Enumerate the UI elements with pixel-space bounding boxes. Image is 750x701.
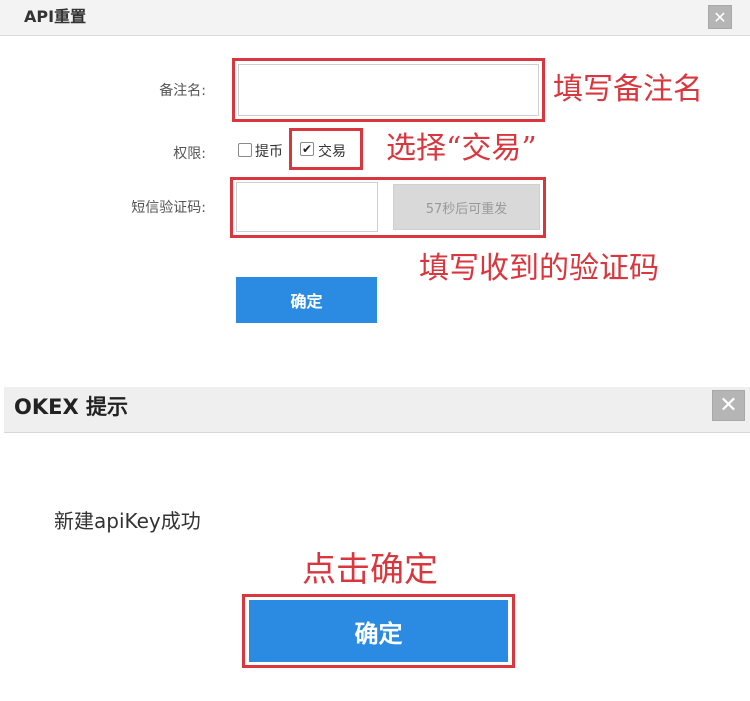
withdraw-checkbox[interactable] [238, 143, 252, 157]
sms-code-input[interactable] [236, 182, 378, 232]
permission-label: 权限: [173, 146, 206, 162]
close-icon[interactable]: ✕ [708, 5, 732, 29]
success-message: 新建apiKey成功 [54, 509, 201, 533]
annotation-fill-remark: 填写备注名 [553, 72, 703, 107]
api-reset-dialog-header [0, 0, 750, 36]
resend-code-button[interactable]: 57秒后可重发 [393, 184, 540, 230]
okex-tip-dialog-title: OKEX 提示 [14, 395, 128, 419]
remark-name-input[interactable] [238, 64, 539, 116]
trade-label: 交易 [318, 144, 346, 160]
withdraw-label: 提币 [255, 144, 283, 160]
okex-tip-confirm-button[interactable]: 确定 [249, 600, 508, 662]
remark-label: 备注名: [159, 83, 206, 99]
annotation-choose-trade: 选择“交易” [386, 131, 537, 166]
trade-checkbox[interactable]: ✔ [300, 142, 314, 156]
sms-code-label: 短信验证码: [131, 200, 206, 216]
annotation-click-confirm: 点击确定 [302, 550, 438, 590]
close-icon[interactable]: ✕ [712, 390, 745, 421]
api-reset-confirm-button[interactable]: 确定 [236, 277, 377, 323]
annotation-fill-code: 填写收到的验证码 [419, 251, 659, 286]
api-reset-dialog-title: API重置 [24, 7, 87, 26]
checkmark-icon: ✔ [301, 142, 313, 156]
